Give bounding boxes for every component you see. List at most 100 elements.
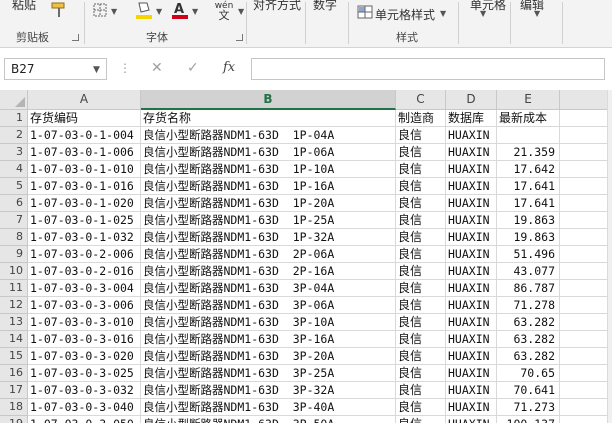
cell-c17[interactable]: 良信 [396, 382, 446, 399]
cell-a16[interactable]: 1-07-03-0-3-025 [28, 365, 141, 382]
column-header-f[interactable] [560, 90, 612, 110]
cell-c12[interactable]: 良信 [396, 297, 446, 314]
name-box[interactable]: B27 [4, 58, 107, 80]
cell-f12[interactable] [560, 297, 612, 314]
column-header-d[interactable]: D [446, 90, 497, 110]
insert-function-icon[interactable]: fx [223, 60, 235, 75]
cell-a8[interactable]: 1-07-03-0-1-032 [28, 229, 141, 246]
cells-dropdown-icon[interactable]: ▼ [480, 9, 486, 18]
cell-f14[interactable] [560, 331, 612, 348]
cell-c15[interactable]: 良信 [396, 348, 446, 365]
row-header[interactable]: 17 [0, 382, 28, 399]
paste-button-label[interactable]: 粘贴 [12, 0, 36, 13]
cell-a7[interactable]: 1-07-03-0-1-025 [28, 212, 141, 229]
clipboard-launcher-icon[interactable] [72, 34, 79, 41]
borders-icon[interactable] [92, 2, 108, 18]
cell-c4[interactable]: 良信 [396, 161, 446, 178]
cell-c1[interactable]: 制造商 [396, 110, 446, 127]
cancel-icon[interactable]: ✕ [151, 60, 163, 76]
cell-a4[interactable]: 1-07-03-0-1-010 [28, 161, 141, 178]
cell-a12[interactable]: 1-07-03-0-3-006 [28, 297, 141, 314]
cell-styles-icon[interactable] [356, 4, 374, 20]
cell-b15[interactable]: 良信小型断路器NDM1-63D 3P-20A [141, 348, 396, 365]
cell-c10[interactable]: 良信 [396, 263, 446, 280]
cell-f18[interactable] [560, 399, 612, 416]
fill-color-dropdown-icon[interactable]: ▼ [156, 7, 162, 16]
row-header[interactable]: 16 [0, 365, 28, 382]
column-header-b[interactable]: B [141, 90, 396, 110]
cell-f6[interactable] [560, 195, 612, 212]
cell-e19[interactable]: 100.137 [497, 416, 560, 423]
cell-e5[interactable]: 17.641 [497, 178, 560, 195]
cell-f8[interactable] [560, 229, 612, 246]
cell-b3[interactable]: 良信小型断路器NDM1-63D 1P-06A [141, 144, 396, 161]
cell-f5[interactable] [560, 178, 612, 195]
cell-b14[interactable]: 良信小型断路器NDM1-63D 3P-16A [141, 331, 396, 348]
cell-c19[interactable]: 良信 [396, 416, 446, 423]
cell-c18[interactable]: 良信 [396, 399, 446, 416]
cell-e4[interactable]: 17.642 [497, 161, 560, 178]
cell-b9[interactable]: 良信小型断路器NDM1-63D 2P-06A [141, 246, 396, 263]
row-header[interactable]: 9 [0, 246, 28, 263]
cell-e8[interactable]: 19.863 [497, 229, 560, 246]
cell-e1[interactable]: 最新成本 [497, 110, 560, 127]
cell-c14[interactable]: 良信 [396, 331, 446, 348]
cell-a11[interactable]: 1-07-03-0-3-004 [28, 280, 141, 297]
cell-b16[interactable]: 良信小型断路器NDM1-63D 3P-25A [141, 365, 396, 382]
cell-c7[interactable]: 良信 [396, 212, 446, 229]
cell-d8[interactable]: HUAXIN [446, 229, 497, 246]
cell-b11[interactable]: 良信小型断路器NDM1-63D 3P-04A [141, 280, 396, 297]
cell-e9[interactable]: 51.496 [497, 246, 560, 263]
cell-a15[interactable]: 1-07-03-0-3-020 [28, 348, 141, 365]
cell-d14[interactable]: HUAXIN [446, 331, 497, 348]
editing-dropdown-icon[interactable]: ▼ [534, 9, 540, 18]
cell-f13[interactable] [560, 314, 612, 331]
column-header-e[interactable]: E [497, 90, 560, 110]
cell-c13[interactable]: 良信 [396, 314, 446, 331]
borders-dropdown-icon[interactable]: ▼ [111, 7, 117, 16]
cell-c16[interactable]: 良信 [396, 365, 446, 382]
cell-d5[interactable]: HUAXIN [446, 178, 497, 195]
cell-b5[interactable]: 良信小型断路器NDM1-63D 1P-16A [141, 178, 396, 195]
cell-d9[interactable]: HUAXIN [446, 246, 497, 263]
row-header[interactable]: 18 [0, 399, 28, 416]
cell-d7[interactable]: HUAXIN [446, 212, 497, 229]
cell-b17[interactable]: 良信小型断路器NDM1-63D 3P-32A [141, 382, 396, 399]
cell-e16[interactable]: 70.65 [497, 365, 560, 382]
cell-a3[interactable]: 1-07-03-0-1-006 [28, 144, 141, 161]
cell-a6[interactable]: 1-07-03-0-1-020 [28, 195, 141, 212]
cell-f3[interactable] [560, 144, 612, 161]
cell-e2[interactable] [497, 127, 560, 144]
enter-icon[interactable]: ✓ [187, 60, 199, 76]
row-header[interactable]: 7 [0, 212, 28, 229]
cell-e17[interactable]: 70.641 [497, 382, 560, 399]
cell-d6[interactable]: HUAXIN [446, 195, 497, 212]
cell-d11[interactable]: HUAXIN [446, 280, 497, 297]
row-header[interactable]: 15 [0, 348, 28, 365]
phonetic-dropdown-icon[interactable]: ▼ [238, 7, 244, 16]
cell-d1[interactable]: 数据库 [446, 110, 497, 127]
cell-e10[interactable]: 43.077 [497, 263, 560, 280]
cell-b12[interactable]: 良信小型断路器NDM1-63D 3P-06A [141, 297, 396, 314]
cell-c5[interactable]: 良信 [396, 178, 446, 195]
cell-e18[interactable]: 71.273 [497, 399, 560, 416]
cell-f1[interactable] [560, 110, 612, 127]
cell-d2[interactable]: HUAXIN [446, 127, 497, 144]
row-header[interactable]: 10 [0, 263, 28, 280]
cell-styles-button[interactable]: 单元格样式 [375, 6, 435, 23]
cell-a1[interactable]: 存货编码 [28, 110, 141, 127]
font-color-icon[interactable]: A [170, 0, 190, 20]
cell-c8[interactable]: 良信 [396, 229, 446, 246]
cell-b19[interactable]: 良信小型断路器NDM1-63D 3P-50A [141, 416, 396, 423]
cell-d15[interactable]: HUAXIN [446, 348, 497, 365]
cell-b8[interactable]: 良信小型断路器NDM1-63D 1P-32A [141, 229, 396, 246]
cell-b7[interactable]: 良信小型断路器NDM1-63D 1P-25A [141, 212, 396, 229]
cell-a19[interactable]: 1-07-03-0-3-050 [28, 416, 141, 423]
format-painter-icon[interactable] [48, 0, 70, 20]
cell-a10[interactable]: 1-07-03-0-2-016 [28, 263, 141, 280]
cell-c9[interactable]: 良信 [396, 246, 446, 263]
cell-b18[interactable]: 良信小型断路器NDM1-63D 3P-40A [141, 399, 396, 416]
column-header-c[interactable]: C [396, 90, 446, 110]
cell-b10[interactable]: 良信小型断路器NDM1-63D 2P-16A [141, 263, 396, 280]
cell-b13[interactable]: 良信小型断路器NDM1-63D 3P-10A [141, 314, 396, 331]
